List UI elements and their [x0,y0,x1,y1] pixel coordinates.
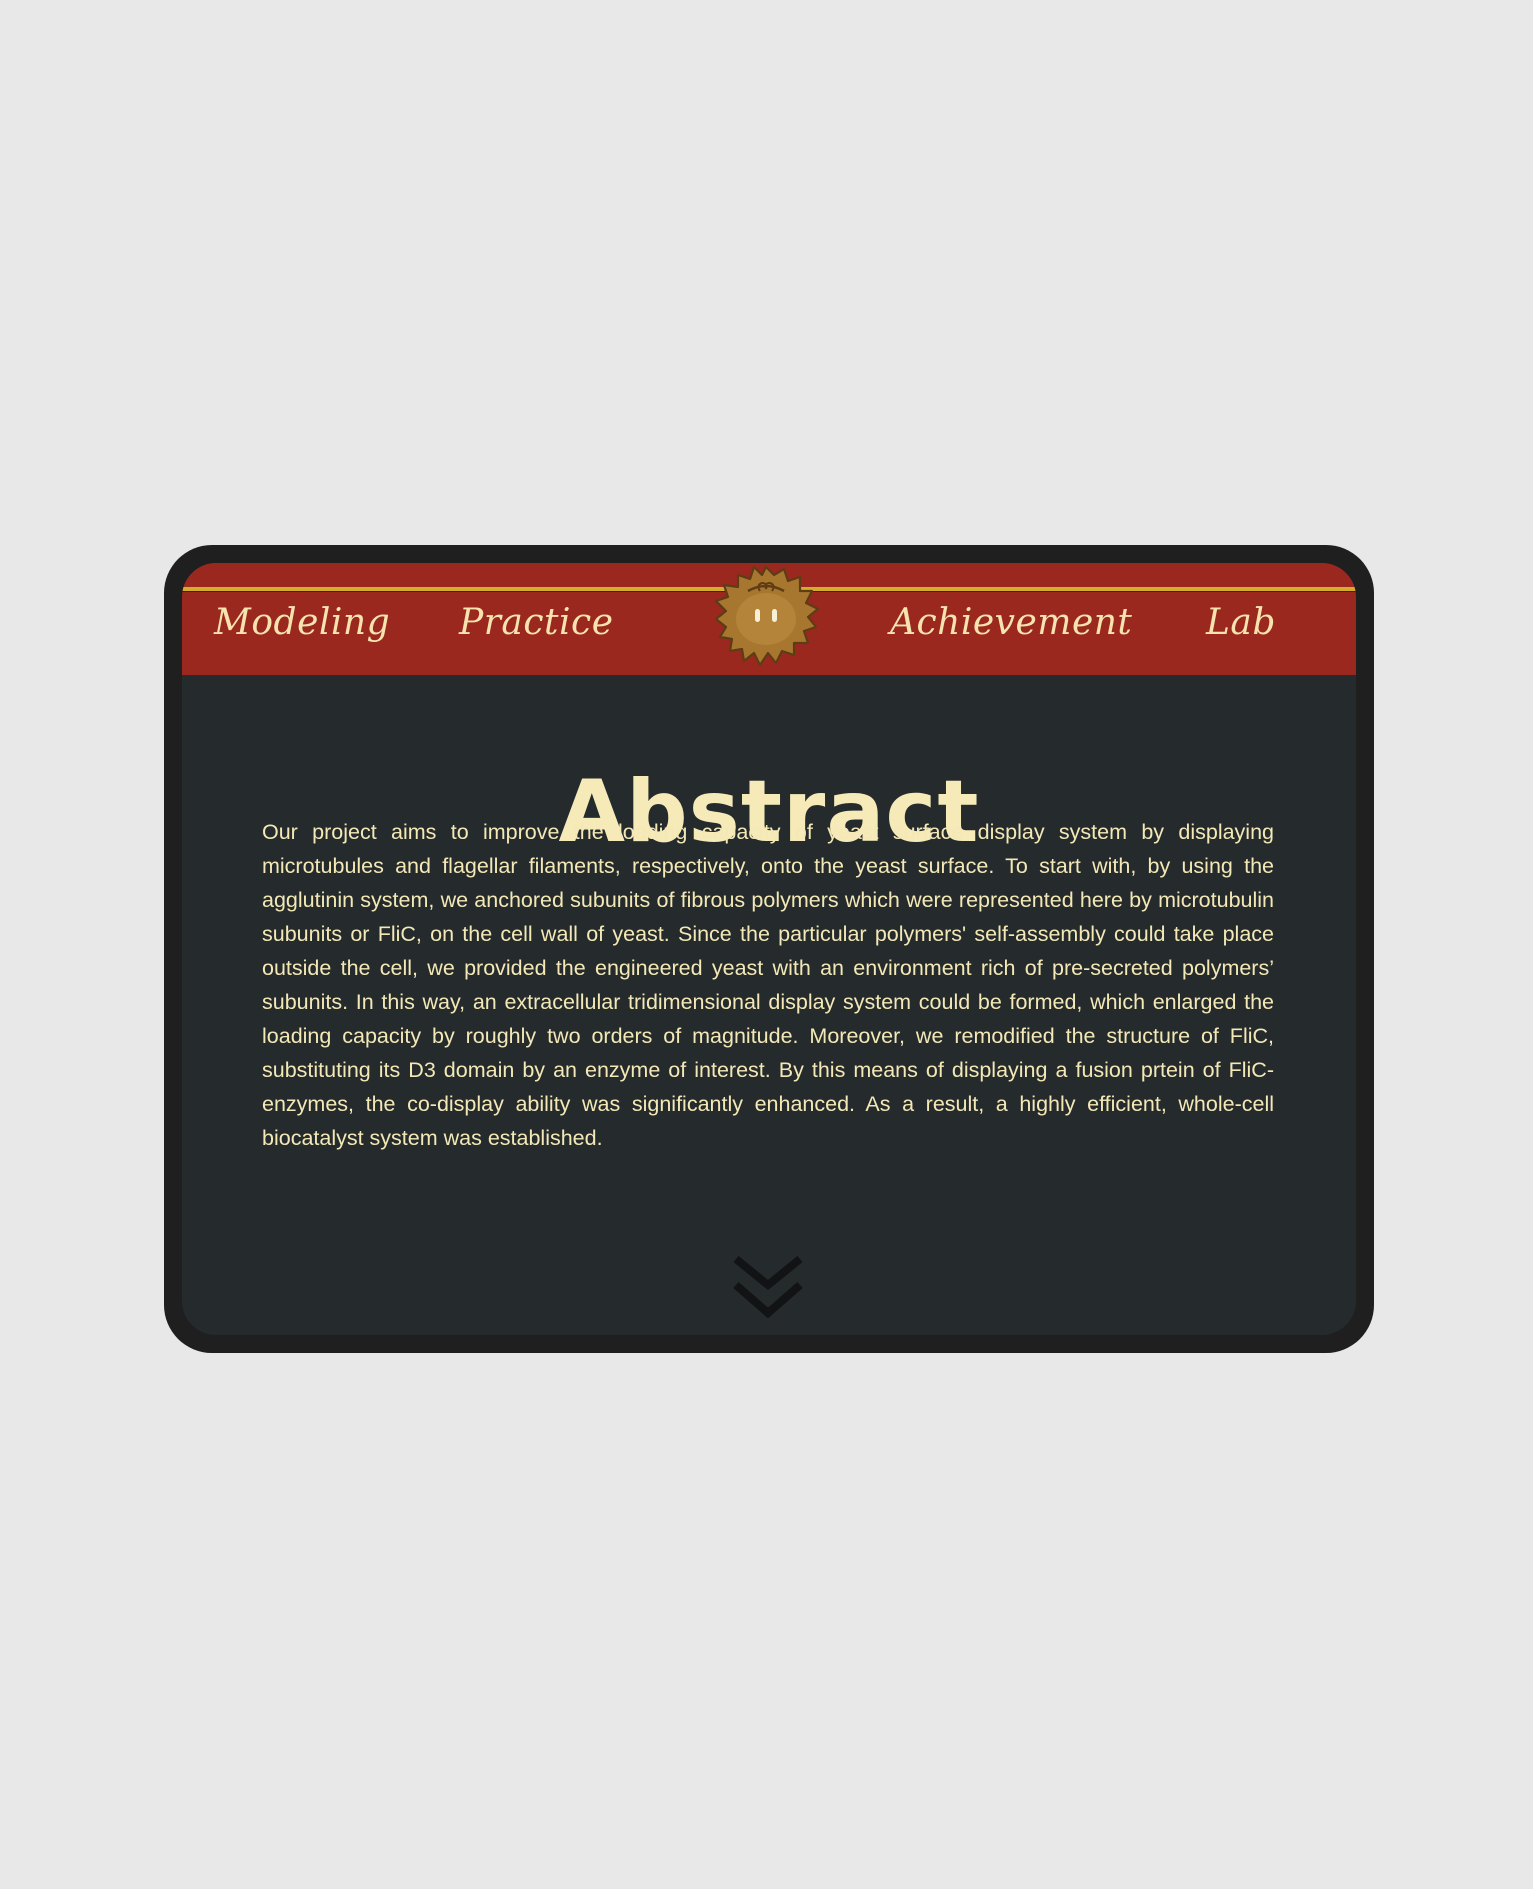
nav-item-practice[interactable]: Practice [459,605,614,641]
screen: Modeling Practice Achievement Lab Abstra… [182,563,1356,1335]
lion-mascot-icon[interactable] [708,563,824,669]
navbar: Modeling Practice Achievement Lab [182,563,1356,675]
nav-item-modeling[interactable]: Modeling [214,605,390,641]
nav-item-lab[interactable]: Lab [1206,605,1276,641]
abstract-paragraph: Our project aims to improve the loading … [262,820,1274,1150]
main-content: Abstract Our project aims to improve the… [182,675,1356,1335]
device-frame: Modeling Practice Achievement Lab Abstra… [164,545,1374,1353]
nav-item-achievement[interactable]: Achievement [890,605,1132,641]
double-chevron-down-icon[interactable] [732,1255,804,1325]
